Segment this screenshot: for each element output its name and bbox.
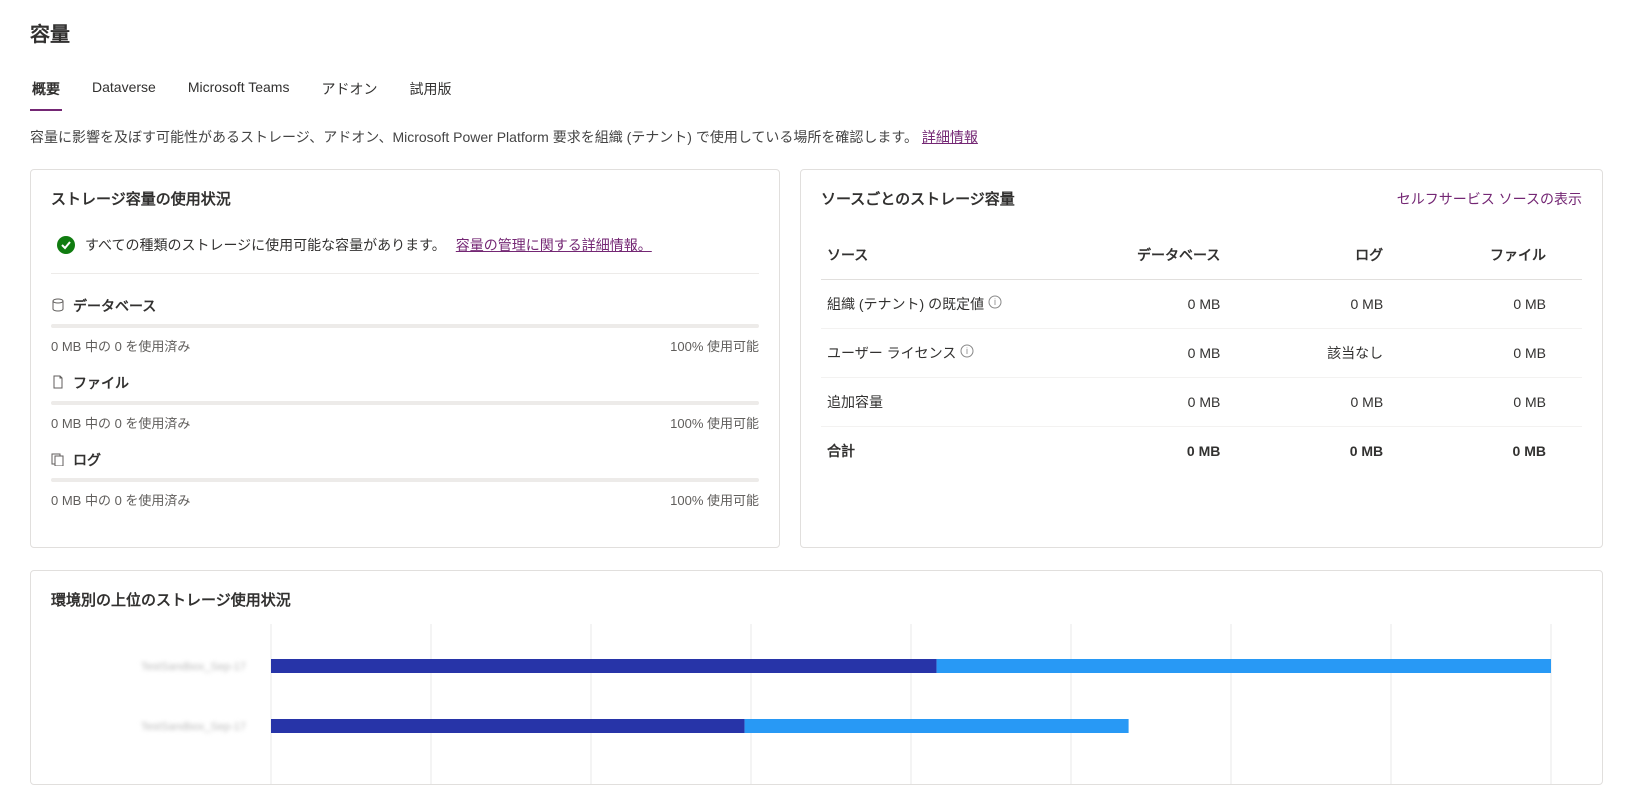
- tab-overview[interactable]: 概要: [30, 71, 62, 111]
- table-row: ユーザー ライセンス i 0 MB 該当なし 0 MB: [821, 329, 1582, 378]
- usage-log-used: 0 MB 中の 0 を使用済み: [51, 490, 190, 509]
- usage-database: データベース 0 MB 中の 0 を使用済み 100% 使用可能: [51, 296, 759, 355]
- usage-database-label: データベース: [73, 296, 156, 316]
- storage-usage-card: ストレージ容量の使用状況 すべての種類のストレージに使用可能な容量があります。 …: [30, 169, 780, 548]
- svg-text:i: i: [966, 346, 968, 356]
- tab-dataverse[interactable]: Dataverse: [90, 71, 158, 111]
- description-text: 容量に影響を及ぼす可能性があるストレージ、アドオン、Microsoft Powe…: [30, 129, 918, 145]
- usage-file-used: 0 MB 中の 0 を使用済み: [51, 413, 190, 432]
- svg-text:TestSandbox_Sep-17: TestSandbox_Sep-17: [141, 661, 246, 673]
- description: 容量に影響を及ぼす可能性があるストレージ、アドオン、Microsoft Powe…: [30, 127, 1603, 147]
- row-log: 0 MB: [1250, 296, 1413, 312]
- usage-log-bar: [51, 478, 759, 482]
- tab-teams[interactable]: Microsoft Teams: [186, 71, 292, 111]
- total-file: 0 MB: [1413, 443, 1576, 459]
- row-label: 組織 (テナント) の既定値 i: [827, 294, 1088, 314]
- table-row: 組織 (テナント) の既定値 i 0 MB 0 MB 0 MB: [821, 280, 1582, 329]
- col-log: ログ: [1250, 245, 1413, 265]
- row-log: 該当なし: [1250, 343, 1413, 363]
- row-file: 0 MB: [1413, 394, 1576, 410]
- info-icon[interactable]: i: [960, 344, 974, 358]
- usage-file-avail: 100% 使用可能: [670, 413, 759, 432]
- check-circle-icon: [57, 236, 75, 254]
- page-title: 容量: [30, 18, 1603, 47]
- tabs: 概要 Dataverse Microsoft Teams アドオン 試用版: [30, 71, 1603, 111]
- row-label: 追加容量: [827, 392, 1088, 412]
- row-db: 0 MB: [1088, 394, 1251, 410]
- col-db: データベース: [1088, 245, 1251, 265]
- database-icon: [51, 298, 65, 315]
- status-line: すべての種類のストレージに使用可能な容量があります。 容量の管理に関する詳細情報…: [51, 231, 759, 274]
- total-log: 0 MB: [1250, 443, 1413, 459]
- usage-database-bar: [51, 324, 759, 328]
- storage-by-source-card: ソースごとのストレージ容量 セルフサービス ソースの表示 ソース データベース …: [800, 169, 1603, 548]
- svg-text:i: i: [994, 297, 996, 307]
- info-icon[interactable]: i: [988, 295, 1002, 309]
- row-label: ユーザー ライセンス i: [827, 343, 1088, 363]
- usage-file: ファイル 0 MB 中の 0 を使用済み 100% 使用可能: [51, 373, 759, 432]
- row-file: 0 MB: [1413, 296, 1576, 312]
- log-icon: [51, 452, 65, 469]
- source-table: ソース データベース ログ ファイル 組織 (テナント) の既定値 i 0 MB…: [821, 231, 1582, 475]
- manage-capacity-link[interactable]: 容量の管理に関する詳細情報。: [456, 235, 652, 255]
- col-file: ファイル: [1413, 245, 1576, 265]
- total-db: 0 MB: [1088, 443, 1251, 459]
- storage-usage-title: ストレージ容量の使用状況: [51, 188, 231, 209]
- row-log: 0 MB: [1250, 394, 1413, 410]
- row-db: 0 MB: [1088, 345, 1251, 361]
- usage-database-used: 0 MB 中の 0 を使用済み: [51, 336, 190, 355]
- env-card-title: 環境別の上位のストレージ使用状況: [51, 589, 1582, 610]
- usage-log-label: ログ: [73, 450, 101, 470]
- usage-file-label: ファイル: [73, 373, 129, 393]
- tab-trial[interactable]: 試用版: [407, 71, 453, 111]
- usage-database-avail: 100% 使用可能: [670, 336, 759, 355]
- tab-addon[interactable]: アドオン: [319, 71, 379, 111]
- total-label: 合計: [827, 441, 1088, 461]
- table-header: ソース データベース ログ ファイル: [821, 231, 1582, 280]
- row-file: 0 MB: [1413, 345, 1576, 361]
- top-storage-by-env-card: 環境別の上位のストレージ使用状況 TestSandbox_Sep-17TestS…: [30, 570, 1603, 785]
- usage-file-bar: [51, 401, 759, 405]
- storage-by-source-title: ソースごとのストレージ容量: [821, 188, 1015, 209]
- description-link[interactable]: 詳細情報: [922, 129, 978, 145]
- svg-text:TestSandbox_Sep-17: TestSandbox_Sep-17: [141, 721, 246, 733]
- table-row-total: 合計 0 MB 0 MB 0 MB: [821, 427, 1582, 475]
- row-label-text: ユーザー ライセンス: [827, 345, 956, 361]
- env-chart: TestSandbox_Sep-17 TestSandbox_Sep-17: [51, 624, 1582, 784]
- row-db: 0 MB: [1088, 296, 1251, 312]
- col-source: ソース: [827, 245, 1088, 265]
- status-text: すべての種類のストレージに使用可能な容量があります。: [85, 235, 446, 255]
- file-icon: [51, 375, 65, 392]
- row-label-text: 組織 (テナント) の既定値: [827, 296, 984, 312]
- self-service-link[interactable]: セルフサービス ソースの表示: [1397, 189, 1582, 209]
- table-row: 追加容量 0 MB 0 MB 0 MB: [821, 378, 1582, 427]
- usage-log-avail: 100% 使用可能: [670, 490, 759, 509]
- usage-log: ログ 0 MB 中の 0 を使用済み 100% 使用可能: [51, 450, 759, 509]
